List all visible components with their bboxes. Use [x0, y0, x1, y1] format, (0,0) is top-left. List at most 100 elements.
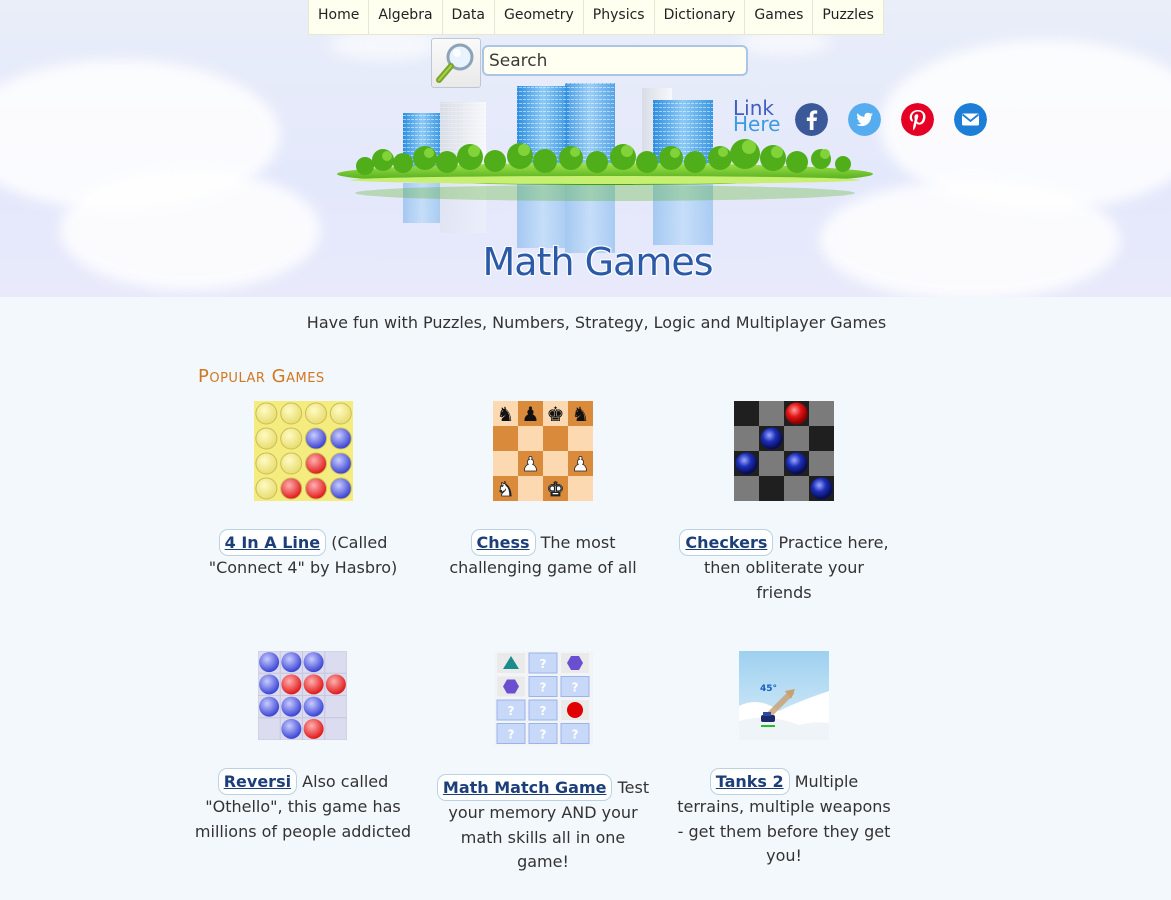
search-input[interactable]: [482, 45, 748, 76]
board-disc: [280, 427, 303, 450]
twitter-icon[interactable]: [848, 103, 881, 136]
board-disc: [280, 402, 303, 425]
board-disc: [259, 674, 280, 695]
board-square: [568, 476, 593, 501]
board-square: [568, 426, 593, 451]
game-card-tanks-2: Tanks 2 Multiple terrains, multiple weap…: [674, 768, 894, 869]
nav-data[interactable]: Data: [443, 0, 495, 34]
board-disc: [255, 402, 278, 425]
email-icon[interactable]: [954, 103, 987, 136]
board-disc: [329, 477, 352, 500]
nav-puzzles[interactable]: Puzzles: [813, 0, 883, 34]
reversi-thumbnail[interactable]: [258, 651, 347, 740]
game-card-reversi: Reversi Also called "Othello", this game…: [193, 768, 413, 844]
nav-algebra[interactable]: Algebra: [369, 0, 443, 34]
board-disc: [281, 718, 302, 739]
board-square: [759, 401, 784, 426]
board-square: [734, 476, 759, 501]
board-square: [809, 451, 834, 476]
board-disc: [280, 477, 303, 500]
board-square: [784, 476, 809, 501]
search-button[interactable]: [431, 38, 481, 88]
board-disc: [303, 652, 324, 673]
pinterest-icon[interactable]: [901, 103, 934, 136]
svg-text:?: ?: [508, 728, 515, 742]
board-square: [543, 426, 568, 451]
game-link-math-match[interactable]: Math Match Game: [436, 774, 613, 801]
game-link-checkers[interactable]: Checkers: [679, 529, 774, 556]
nav-physics[interactable]: Physics: [584, 0, 655, 34]
svg-text:?: ?: [540, 681, 547, 695]
board-square: [759, 476, 784, 501]
board-disc: [255, 452, 278, 475]
svg-text:?: ?: [572, 681, 579, 695]
board-square: [493, 451, 518, 476]
page-title: Math Games: [482, 240, 713, 284]
white-pawn-icon: ♟: [522, 452, 540, 476]
link-here-button[interactable]: Link Here: [733, 98, 780, 134]
black-pawn-icon: ♟: [522, 402, 540, 426]
board-disc: [305, 452, 327, 475]
game-card-chess: Chess The most challenging game of all: [433, 529, 653, 581]
game-link-chess[interactable]: Chess: [470, 529, 536, 556]
black-knight-icon: ♞: [497, 402, 515, 426]
board-disc: [305, 427, 327, 450]
board-square: [734, 401, 759, 426]
white-knight-icon: ♞: [497, 477, 515, 501]
game-link-four-in-a-line[interactable]: 4 In A Line: [218, 529, 327, 556]
four-in-a-line-thumbnail[interactable]: [254, 401, 353, 501]
board-disc: [259, 696, 280, 717]
svg-text:?: ?: [508, 704, 515, 718]
game-card-math-match: Math Match Game Test your memory AND you…: [433, 774, 653, 875]
board-square: [493, 426, 518, 451]
game-card-four-in-a-line: 4 In A Line (Called "Connect 4" by Hasbr…: [193, 529, 413, 581]
board-disc: [303, 696, 324, 717]
board-disc: [329, 427, 352, 450]
angle-label: 45°: [760, 684, 777, 694]
tanks-2-thumbnail[interactable]: 45°: [739, 651, 829, 740]
board-disc: [280, 452, 303, 475]
svg-text:?: ?: [540, 728, 547, 742]
board-disc: [329, 402, 352, 425]
board-square: [734, 426, 759, 451]
board-disc: [281, 674, 302, 695]
math-match-thumbnail[interactable]: ????????: [494, 651, 593, 746]
nav-home[interactable]: Home: [309, 0, 370, 34]
white-pawn-icon: ♟: [572, 452, 590, 476]
chess-thumbnail[interactable]: ♞ ♟ ♚ ♞ ♟ ♟ ♞ ♚: [493, 401, 593, 501]
svg-text:?: ?: [540, 657, 547, 671]
black-king-icon: ♚: [547, 402, 565, 426]
magnifier-icon: [436, 43, 474, 83]
board-disc: [325, 674, 346, 695]
board-disc: [255, 427, 278, 450]
board-square: [759, 451, 784, 476]
board-disc: [305, 477, 327, 500]
header-banner: Home Algebra Data Geometry Physics Dicti…: [0, 0, 1171, 297]
tagline: Have fun with Puzzles, Numbers, Strategy…: [306, 313, 887, 332]
game-link-tanks-2[interactable]: Tanks 2: [709, 768, 790, 795]
board-square: [809, 401, 834, 426]
board-square: [518, 476, 543, 501]
board-disc: [303, 674, 324, 695]
black-knight-icon: ♞: [572, 402, 590, 426]
board-square: [784, 426, 809, 451]
game-card-checkers: Checkers Practice here, then obliterate …: [674, 529, 894, 605]
board-disc: [329, 452, 352, 475]
board-disc: [281, 652, 302, 673]
city-island-illustration: [337, 83, 873, 253]
board-square: [543, 451, 568, 476]
facebook-icon[interactable]: [795, 103, 828, 136]
section-heading: Popular Games: [198, 366, 325, 387]
checkers-thumbnail[interactable]: [734, 401, 834, 501]
game-link-reversi[interactable]: Reversi: [217, 768, 298, 795]
board-disc: [281, 696, 302, 717]
board-disc: [303, 718, 324, 739]
svg-text:?: ?: [540, 704, 547, 718]
nav-games[interactable]: Games: [745, 0, 814, 34]
board-square: [809, 426, 834, 451]
svg-text:?: ?: [572, 728, 579, 742]
nav-dictionary[interactable]: Dictionary: [655, 0, 746, 34]
board-disc: [305, 402, 327, 425]
nav-geometry[interactable]: Geometry: [495, 0, 584, 34]
board-disc: [259, 652, 280, 673]
